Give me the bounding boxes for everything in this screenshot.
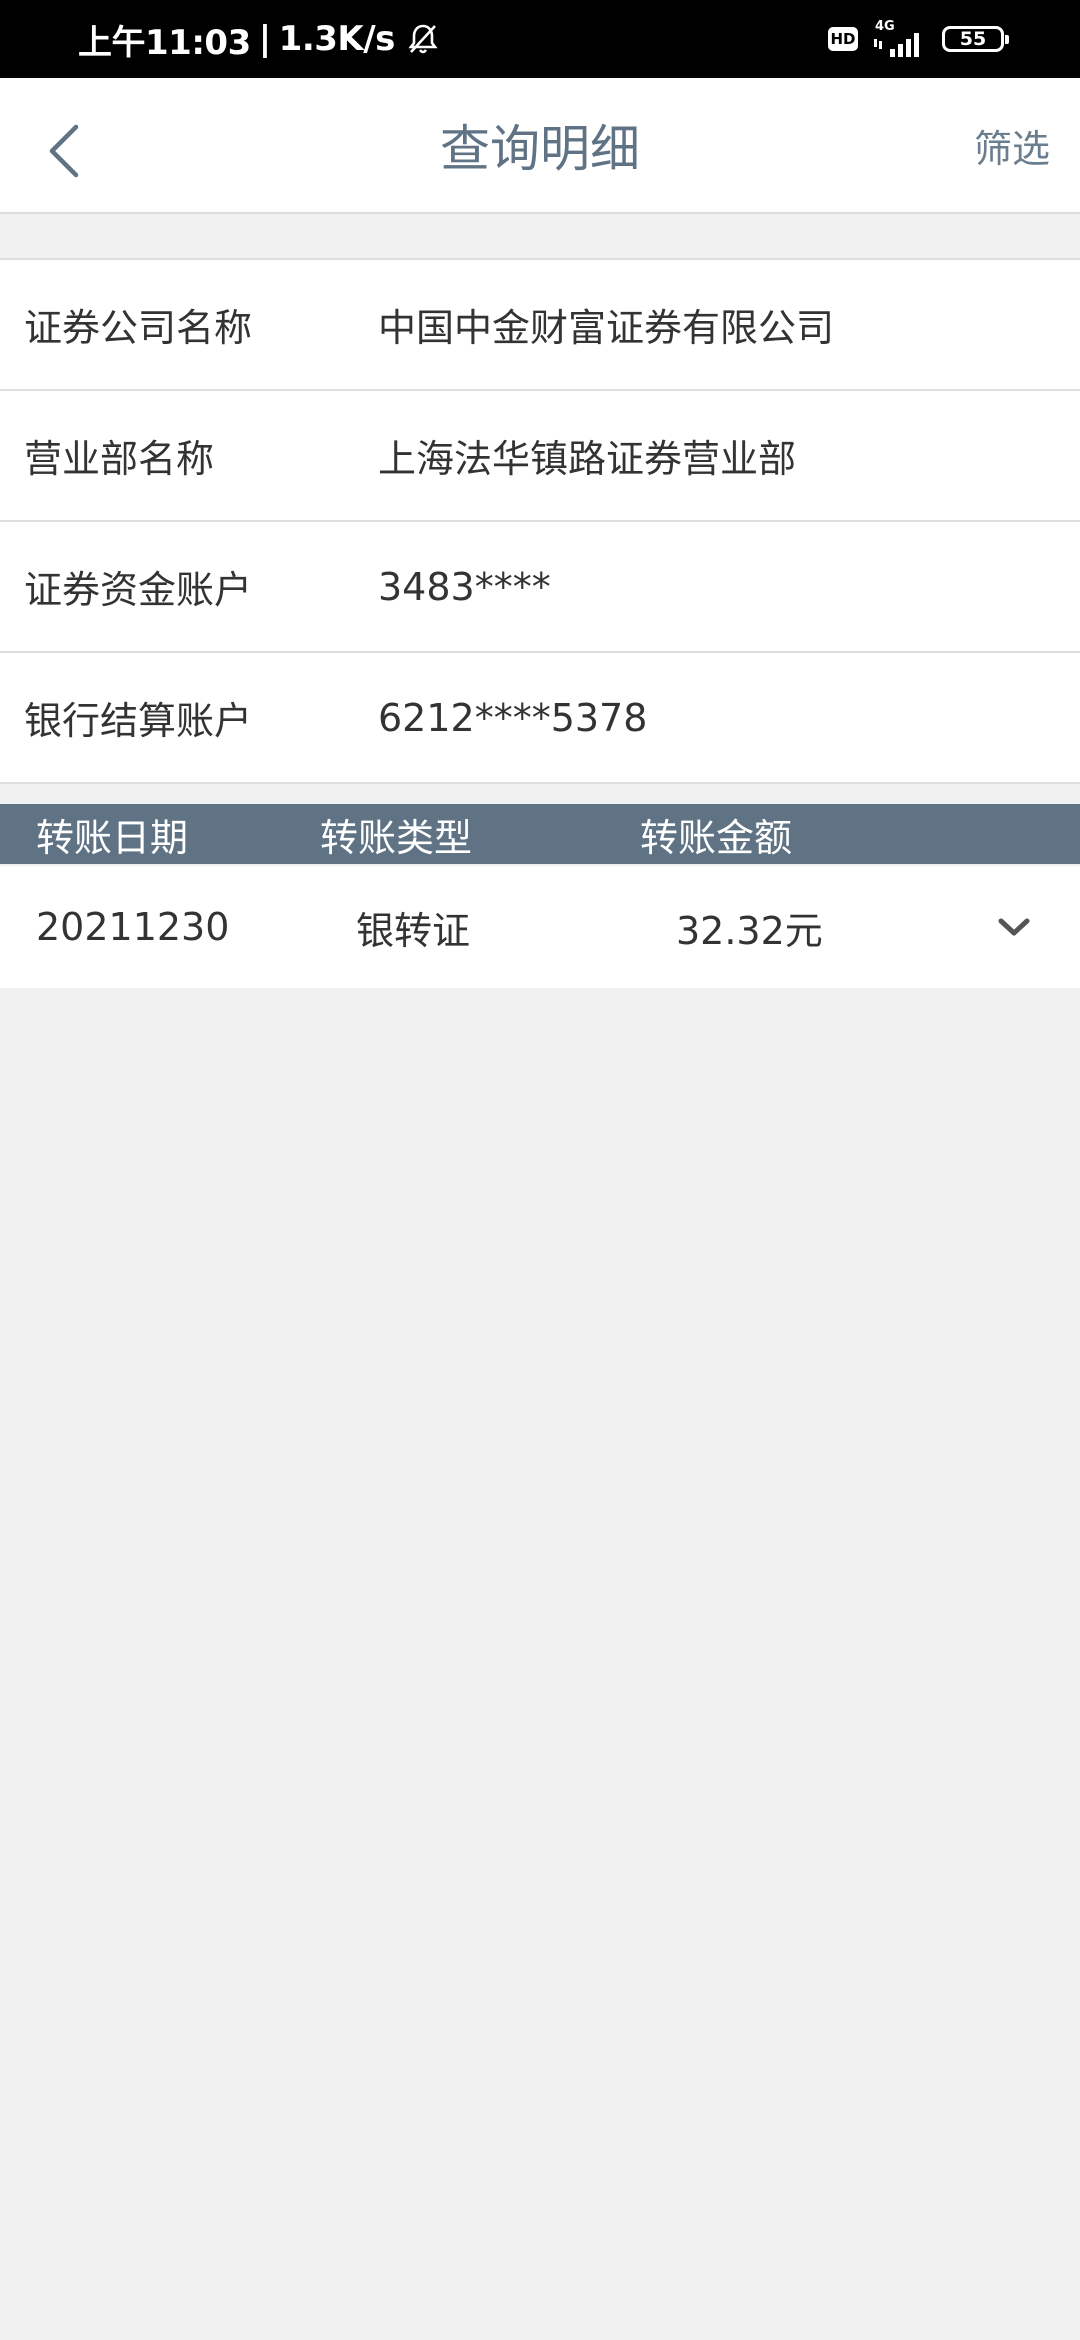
page-title: 查询明细 bbox=[440, 120, 640, 178]
row-amount: 32.32元 bbox=[676, 908, 823, 953]
info-value: 中国中金财富证券有限公司 bbox=[378, 306, 835, 350]
status-left: 上午11:03 | 1.3K/s bbox=[78, 0, 441, 78]
account-info-list: 证券公司名称 中国中金财富证券有限公司 营业部名称 上海法华镇路证券营业部 证券… bbox=[0, 258, 1080, 784]
bell-muted-icon bbox=[405, 21, 441, 57]
table-row[interactable]: 20211230 银转证 32.32元 bbox=[0, 866, 1080, 988]
nav-bar: 查询明细 筛选 bbox=[0, 78, 1080, 214]
status-time: 上午11:03 bbox=[78, 22, 251, 63]
info-row-company: 证券公司名称 中国中金财富证券有限公司 bbox=[0, 260, 1080, 391]
info-row-bank-account: 银行结算账户 6212****5378 bbox=[0, 653, 1080, 784]
hd-badge: HD bbox=[828, 27, 858, 51]
header-date: 转账日期 bbox=[36, 815, 189, 860]
battery-level: 55 bbox=[959, 28, 987, 50]
table-header: 转账日期 转账类型 转账金额 bbox=[0, 804, 1080, 864]
info-label: 银行结算账户 bbox=[24, 699, 253, 743]
info-label: 营业部名称 bbox=[24, 437, 215, 481]
info-value: 6212****5378 bbox=[378, 695, 648, 740]
status-right: HD 4G 55 bbox=[828, 0, 1009, 78]
info-value: 3483**** bbox=[378, 564, 551, 609]
info-row-fund-account: 证券资金账户 3483**** bbox=[0, 522, 1080, 653]
battery-icon: 55 bbox=[942, 26, 1009, 52]
header-amount: 转账金额 bbox=[640, 815, 793, 860]
filter-button[interactable]: 筛选 bbox=[974, 78, 1050, 212]
header-type: 转账类型 bbox=[320, 815, 473, 860]
info-label: 证券资金账户 bbox=[24, 568, 253, 612]
row-date: 20211230 bbox=[36, 905, 230, 949]
info-label: 证券公司名称 bbox=[24, 306, 253, 350]
row-type: 银转证 bbox=[356, 908, 471, 953]
chevron-down-icon[interactable] bbox=[994, 866, 1034, 988]
network-speed: 1.3K/s bbox=[278, 19, 396, 59]
info-value: 上海法华镇路证券营业部 bbox=[378, 437, 797, 481]
info-row-branch: 营业部名称 上海法华镇路证券营业部 bbox=[0, 391, 1080, 522]
signal-icon: 4G bbox=[872, 19, 928, 59]
status-bar: 上午11:03 | 1.3K/s HD 4G 55 bbox=[0, 0, 1080, 78]
